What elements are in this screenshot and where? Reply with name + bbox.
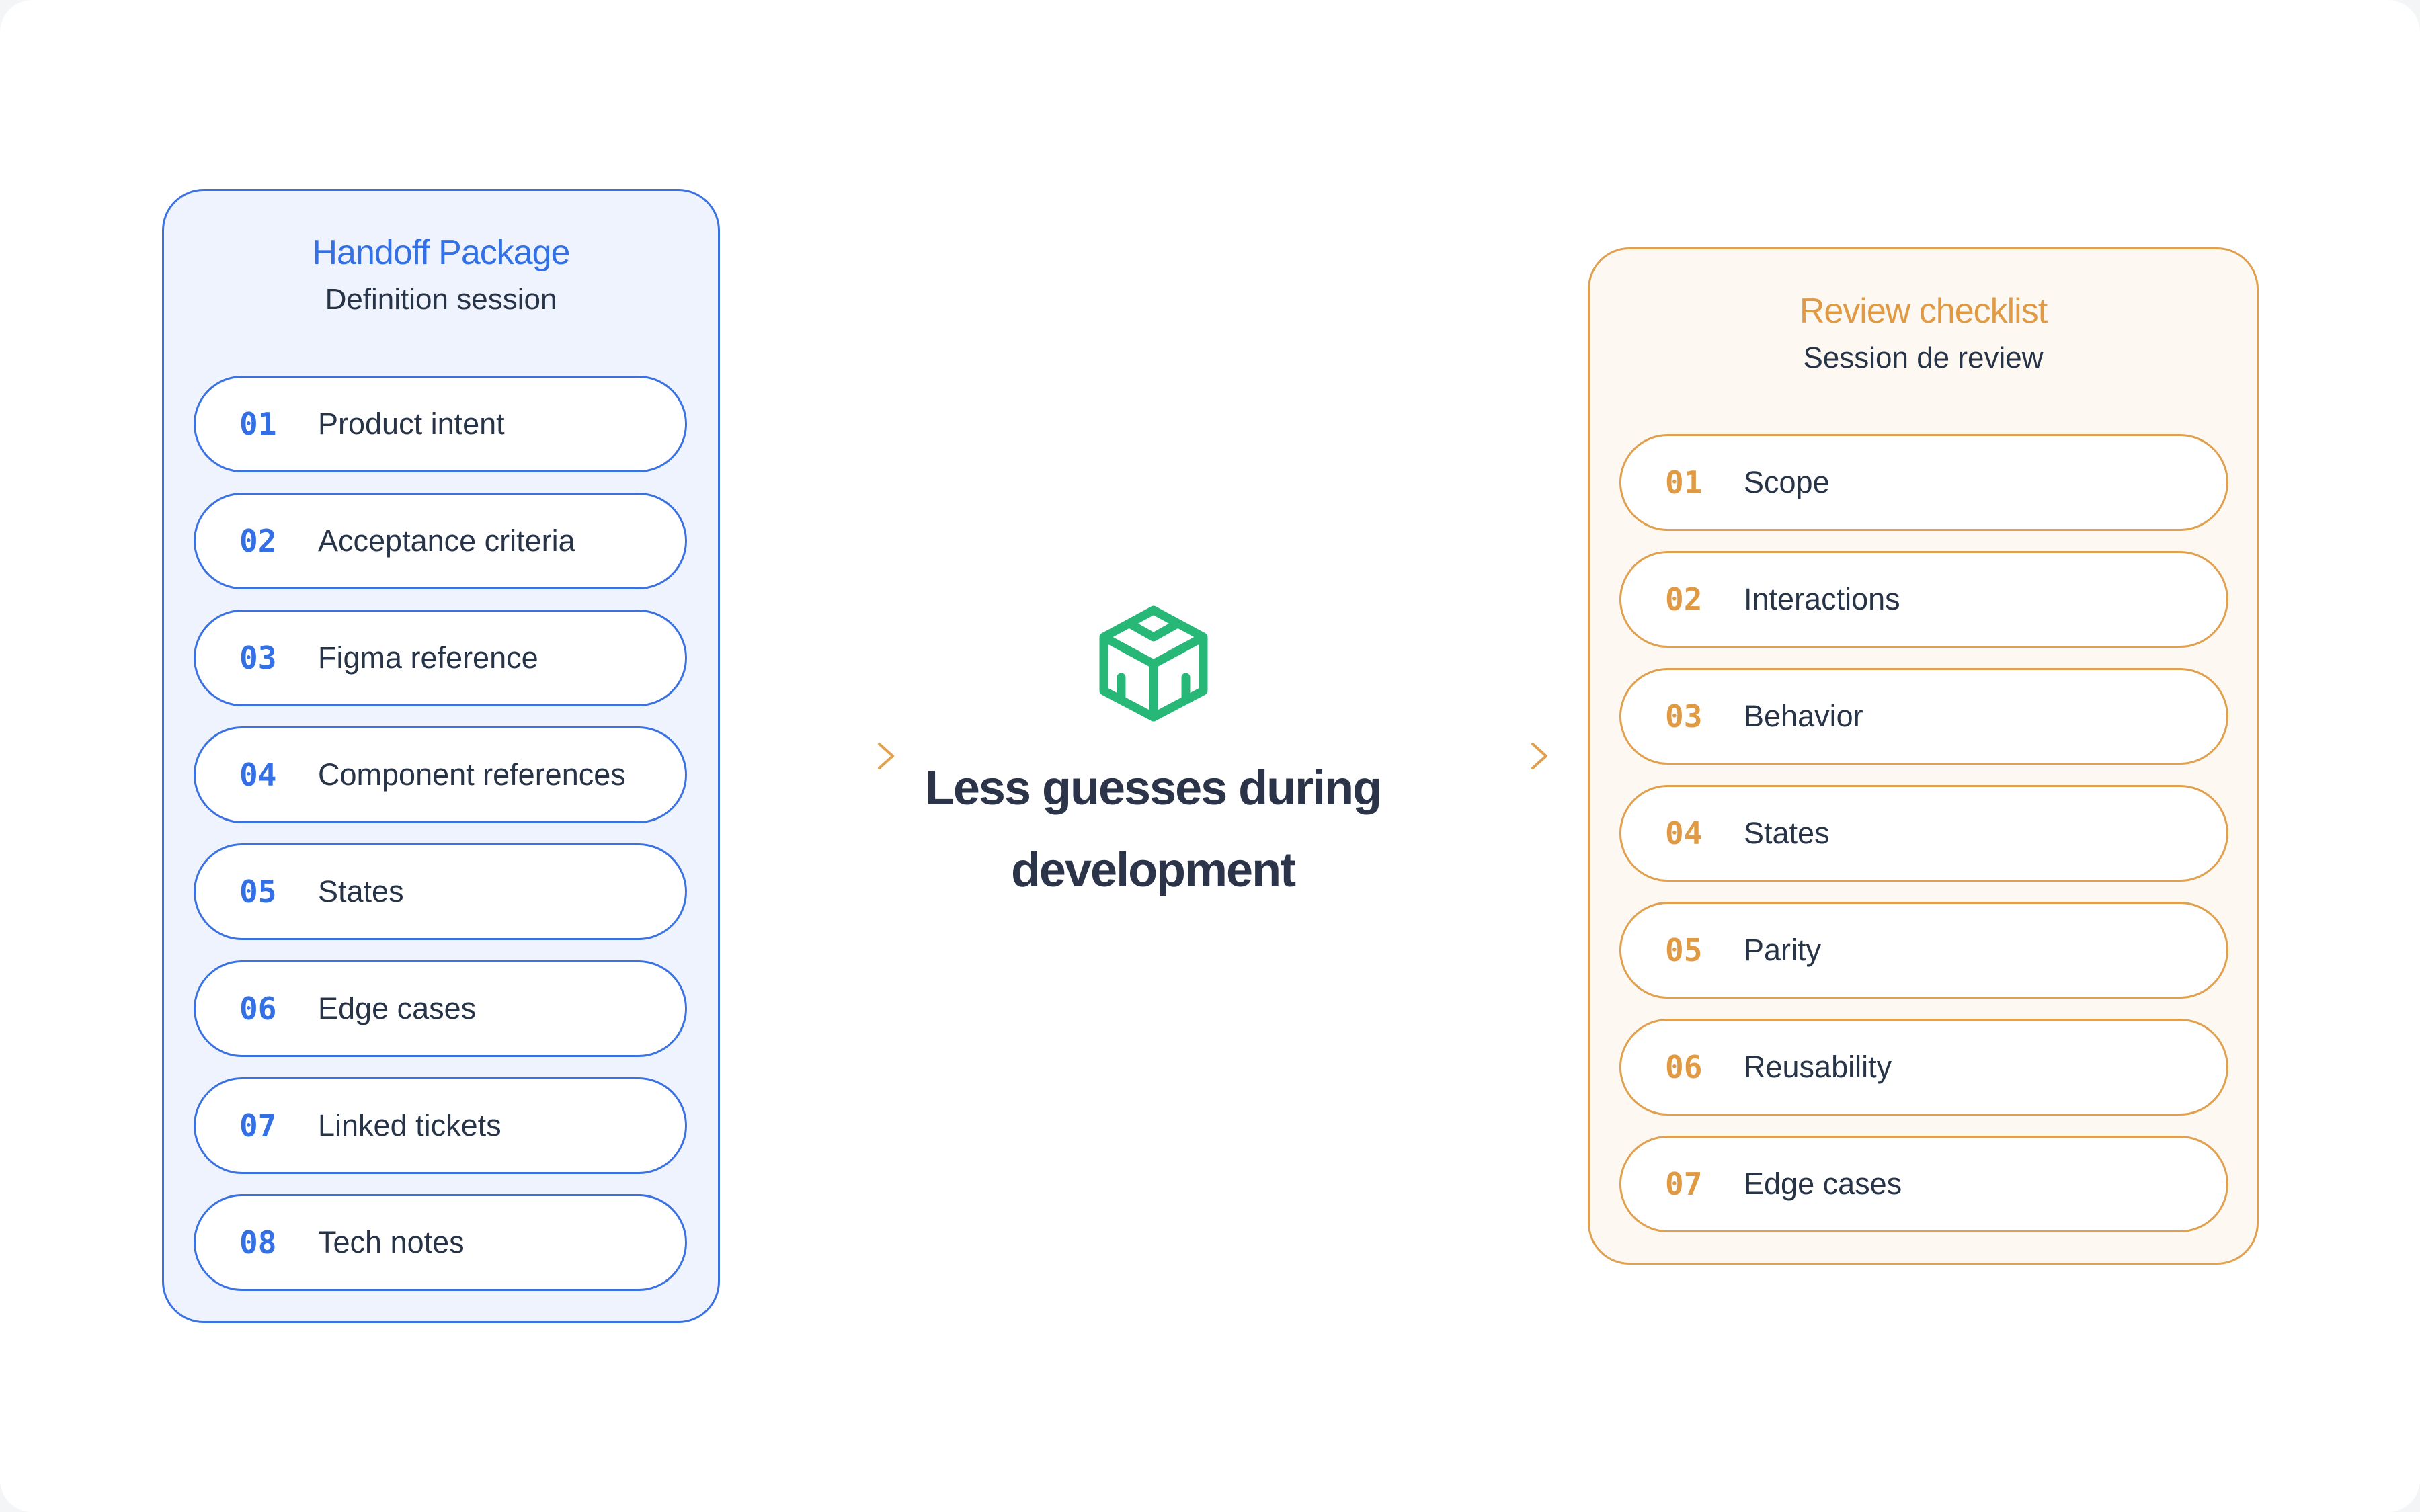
item-number: 05 (239, 874, 277, 910)
item-label: Behavior (1744, 699, 1863, 733)
item-number: 05 (1665, 932, 1703, 968)
review-item-list: 01 Scope 02 Interactions 03 Behavior 04 … (1619, 434, 2228, 1253)
item-number: 04 (239, 757, 277, 793)
item-label: States (1744, 816, 1830, 850)
item-number: 08 (239, 1224, 277, 1261)
item-number: 02 (1665, 581, 1703, 618)
handoff-item-linked-tickets: 07 Linked tickets (194, 1077, 687, 1174)
handoff-item-acceptance-criteria: 02 Acceptance criteria (194, 493, 687, 589)
handoff-package-subtitle: Definition session (325, 283, 557, 316)
item-label: Acceptance criteria (318, 523, 575, 558)
diagram-canvas: Handoff Package Definition session 01 Pr… (0, 0, 2420, 1512)
item-label: Linked tickets (318, 1108, 501, 1142)
item-number: 06 (239, 991, 277, 1027)
cube-icon (1099, 605, 1208, 722)
review-checklist-subtitle: Session de review (1803, 341, 2044, 374)
review-checklist-title: Review checklist (1799, 292, 2048, 331)
center-message: Less guesses during development (884, 747, 1422, 911)
review-item-scope: 01 Scope (1619, 434, 2228, 531)
handoff-item-product-intent: 01 Product intent (194, 376, 687, 472)
item-number: 01 (1665, 464, 1703, 501)
item-label: Figma reference (318, 640, 538, 675)
review-item-behavior: 03 Behavior (1619, 668, 2228, 765)
item-label: Interactions (1744, 582, 1900, 616)
review-item-interactions: 02 Interactions (1619, 551, 2228, 648)
item-label: Parity (1744, 933, 1822, 967)
arrow-right-icon (760, 743, 894, 769)
item-number: 07 (239, 1107, 277, 1144)
item-label: Scope (1744, 465, 1830, 499)
review-item-parity: 05 Parity (1619, 902, 2228, 999)
handoff-item-component-references: 04 Component references (194, 726, 687, 823)
review-item-states: 04 States (1619, 785, 2228, 882)
arrow-right-icon (1413, 743, 1547, 769)
item-number: 07 (1665, 1166, 1703, 1202)
item-label: Edge cases (1744, 1167, 1902, 1201)
item-label: Product intent (318, 407, 505, 441)
item-number: 03 (1665, 698, 1703, 734)
review-checklist-panel: Review checklist Session de review 01 Sc… (1588, 247, 2259, 1265)
handoff-item-tech-notes: 08 Tech notes (194, 1194, 687, 1291)
item-number: 02 (239, 523, 277, 559)
handoff-item-figma-reference: 03 Figma reference (194, 610, 687, 706)
item-label: Edge cases (318, 991, 477, 1025)
handoff-item-states: 05 States (194, 843, 687, 940)
handoff-package-panel: Handoff Package Definition session 01 Pr… (162, 189, 720, 1323)
review-item-edge-cases: 07 Edge cases (1619, 1136, 2228, 1232)
item-label: Reusability (1744, 1050, 1892, 1084)
item-label: Component references (318, 757, 626, 792)
handoff-item-edge-cases: 06 Edge cases (194, 960, 687, 1057)
handoff-package-title: Handoff Package (312, 233, 571, 272)
center-message-line-1: Less guesses during (924, 761, 1382, 815)
item-label: Tech notes (318, 1225, 465, 1259)
center-message-line-2: development (1010, 843, 1296, 897)
item-label: States (318, 874, 404, 909)
item-number: 03 (239, 640, 277, 676)
item-number: 01 (239, 406, 277, 442)
review-item-reusability: 06 Reusability (1619, 1019, 2228, 1116)
item-number: 06 (1665, 1049, 1703, 1085)
item-number: 04 (1665, 815, 1703, 851)
handoff-item-list: 01 Product intent 02 Acceptance criteria… (194, 376, 687, 1311)
